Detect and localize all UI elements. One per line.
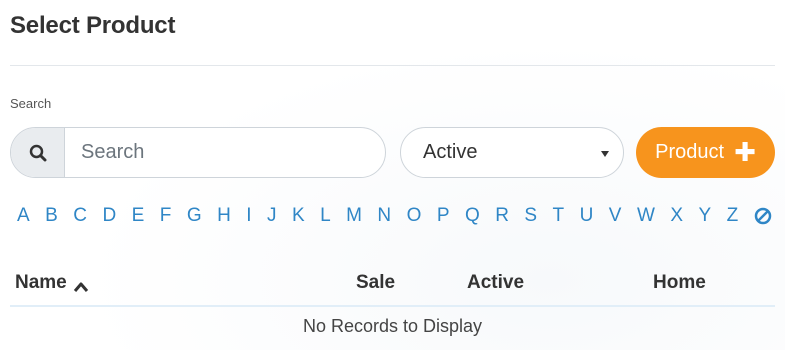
alphabet-letter-w[interactable]: W xyxy=(637,205,655,227)
alphabet-letter-l[interactable]: L xyxy=(320,205,331,227)
alphabet-letter-i[interactable]: I xyxy=(246,205,251,227)
alphabet-letter-u[interactable]: U xyxy=(580,205,594,227)
alphabet-letter-t[interactable]: T xyxy=(553,205,565,227)
column-header-active[interactable]: Active xyxy=(467,272,524,294)
add-product-button[interactable]: Product ✚ xyxy=(636,127,775,178)
chevron-down-icon xyxy=(601,150,609,157)
alphabet-letter-m[interactable]: M xyxy=(346,205,362,227)
add-product-label: Product xyxy=(655,141,725,163)
title-divider xyxy=(10,65,775,66)
alphabet-letter-s[interactable]: S xyxy=(524,205,537,227)
status-select[interactable]: Active xyxy=(400,127,624,178)
search-label: Search xyxy=(10,96,52,111)
alphabet-letter-p[interactable]: P xyxy=(437,205,450,227)
alphabet-letter-g[interactable]: G xyxy=(187,205,202,227)
alphabet-letter-j[interactable]: J xyxy=(267,205,277,227)
alphabet-letter-z[interactable]: Z xyxy=(727,205,739,227)
column-header-name-label: Name xyxy=(15,272,67,293)
alphabet-letter-y[interactable]: Y xyxy=(698,205,711,227)
column-header-name[interactable]: Name xyxy=(15,272,89,294)
select-product-panel: Select Product Search Active Product ✚ A… xyxy=(0,0,785,350)
alphabet-letter-v[interactable]: V xyxy=(609,205,622,227)
alphabet-letter-q[interactable]: Q xyxy=(465,205,480,227)
search-icon[interactable] xyxy=(11,128,65,177)
page-title: Select Product xyxy=(10,12,176,39)
alphabet-letter-n[interactable]: N xyxy=(377,205,391,227)
alphabet-letter-c[interactable]: C xyxy=(73,205,87,227)
alphabet-letter-b[interactable]: B xyxy=(45,205,58,227)
alphabet-letter-f[interactable]: F xyxy=(160,205,172,227)
column-header-sale[interactable]: Sale xyxy=(356,272,395,294)
alphabet-letter-k[interactable]: K xyxy=(292,205,305,227)
alphabet-letter-d[interactable]: D xyxy=(102,205,116,227)
search-group xyxy=(10,127,386,178)
alphabet-letter-a[interactable]: A xyxy=(17,205,30,227)
chevron-up-icon xyxy=(73,277,89,292)
alphabet-letter-h[interactable]: H xyxy=(217,205,231,227)
alphabet-letter-e[interactable]: E xyxy=(132,205,145,227)
alphabet-letter-x[interactable]: X xyxy=(670,205,683,227)
plus-icon: ✚ xyxy=(734,136,756,167)
alphabet-filter: ABCDEFGHIJKLMNOPQRSTUVWXYZ xyxy=(17,205,772,227)
table-header: Name Sale Active Home xyxy=(10,262,775,307)
alphabet-letter-r[interactable]: R xyxy=(495,205,509,227)
empty-table-message: No Records to Display xyxy=(302,316,483,336)
clear-filter-icon[interactable] xyxy=(754,207,772,225)
column-header-home[interactable]: Home xyxy=(653,272,706,294)
alphabet-letter-o[interactable]: O xyxy=(407,205,422,227)
status-select-value: Active xyxy=(423,141,478,163)
search-input[interactable] xyxy=(65,128,385,177)
